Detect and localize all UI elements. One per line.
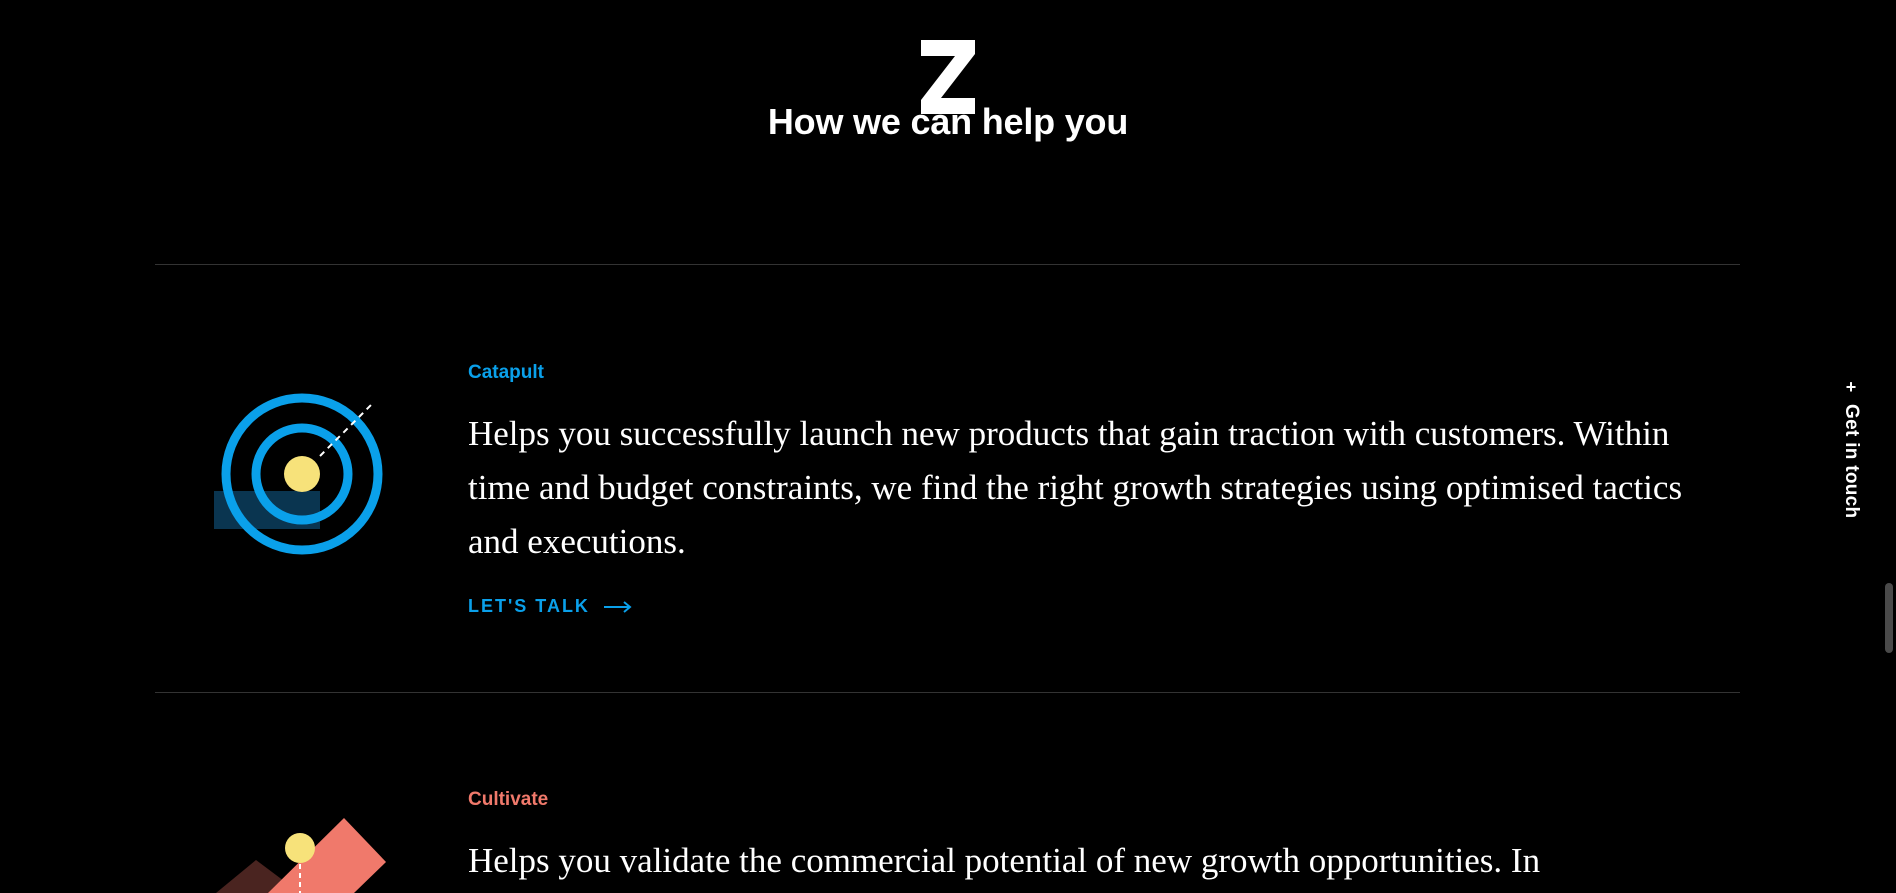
lets-talk-link[interactable]: LET'S TALK	[468, 596, 632, 617]
divider-top	[155, 264, 1740, 265]
service-description-catapult: Helps you successfully launch new produc…	[468, 414, 1683, 561]
scrollbar-thumb[interactable]	[1885, 583, 1893, 653]
section-title: How we can help you	[767, 101, 1129, 142]
service-description-cultivate: Helps you validate the commercial potent…	[468, 841, 1541, 880]
service-label-cultivate: Cultivate	[468, 789, 549, 810]
get-in-touch-button[interactable]: + Get in touch	[1836, 378, 1866, 528]
service-label-catapult: Catapult	[468, 362, 544, 383]
get-in-touch-label: Get in touch	[1841, 404, 1862, 519]
lets-talk-label: LET'S TALK	[468, 596, 590, 616]
plus-icon: +	[1845, 377, 1857, 397]
mountain-icon	[216, 818, 386, 893]
arrow-right-icon	[603, 600, 632, 613]
scrollbar[interactable]	[1882, 0, 1896, 893]
divider-middle	[155, 692, 1740, 693]
target-icon	[214, 393, 383, 555]
